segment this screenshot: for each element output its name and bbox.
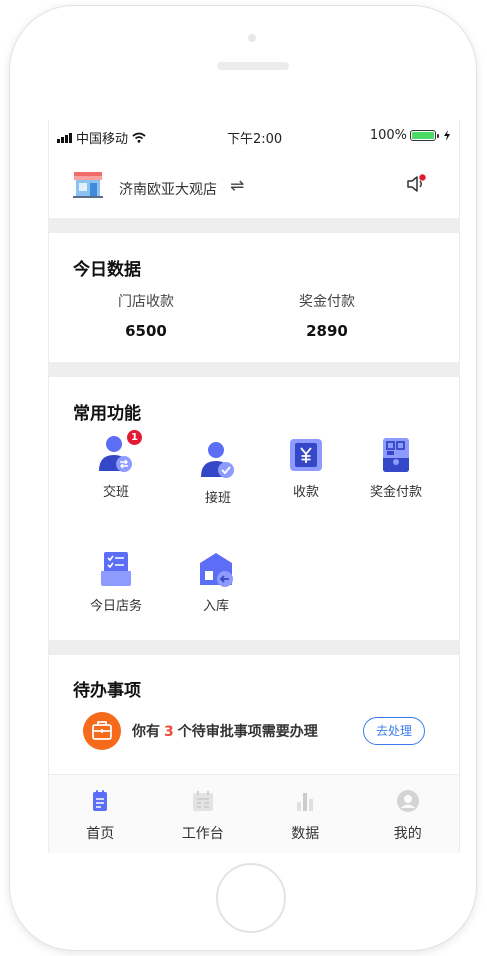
tab-home[interactable]: 首页 [49,775,152,853]
calendar-icon [192,791,213,811]
wifi-icon [132,132,146,143]
tab-data[interactable]: 数据 [254,775,357,853]
checklist-tray-icon [101,552,131,586]
todo-section: 待办事项 你有 3 个待审批事项需要办理 去处理 [49,655,459,772]
metric-store-receipts[interactable]: 门店收款 6500 [86,291,206,340]
feature-label: 今日店务 [89,599,142,614]
feature-label: 收款 [292,485,319,500]
metric-bonus-payment[interactable]: 奖金付款 2890 [267,291,387,340]
tab-label: 我的 [393,826,422,842]
today-data-section: 今日数据 门店收款 6500 奖金付款 2890 [49,233,459,362]
bar-chart-icon [297,793,314,811]
home-button[interactable] [216,863,286,933]
metric-label: 门店收款 [118,294,174,310]
tab-label: 数据 [291,826,320,842]
qr-wallet-icon [383,438,409,472]
front-camera [248,34,256,42]
process-button[interactable]: 去处理 [363,717,425,745]
phone-frame: 中国移动 下午2:00 100% 济南欧亚大观店 ⇌ 今日数据 门店收款 650… [10,6,476,950]
feature-label: 接班 [204,491,231,506]
takeover-user-icon [201,442,234,478]
status-bar: 中国移动 下午2:00 100% [49,120,459,152]
feature-label: 入库 [202,599,229,614]
tab-workbench[interactable]: 工作台 [152,775,255,853]
section-title-today: 今日数据 [73,260,141,280]
carrier-name: 中国移动 [76,132,129,147]
feature-label: 奖金付款 [369,485,422,500]
battery-icon [410,130,439,141]
feature-bonus-payment[interactable]: 奖金付款 [356,435,436,500]
yen-receipt-icon [290,439,322,471]
clock-time: 下午2:00 [227,132,283,147]
tab-mine[interactable]: 我的 [357,775,460,853]
switch-arrows-icon[interactable]: ⇌ [230,176,244,196]
feature-inbound-stock[interactable]: 入库 [176,549,256,614]
profile-icon [396,790,419,812]
feature-takeover[interactable]: 接班 [178,441,258,506]
briefcase-icon [92,721,112,740]
warehouse-inbound-icon [200,553,233,587]
signal-icon [57,132,72,143]
common-features-section: 常用功能 1 交班 接班 收款 奖金付款 今日店务 入库 [49,377,459,640]
tab-label: 首页 [86,826,115,842]
metric-label: 奖金付款 [299,294,355,310]
section-divider [49,218,459,233]
metric-value: 2890 [306,322,348,340]
notification-badge: 1 [127,430,142,445]
feature-label: 交班 [102,485,129,500]
charging-icon [444,130,450,141]
speaker-icon[interactable] [405,173,427,195]
todo-count: 3 [164,724,174,740]
todo-icon-circle [83,712,121,750]
store-name: 济南欧亚大观店 [119,182,217,198]
metric-value: 6500 [125,322,167,340]
feature-handover[interactable]: 1 交班 [76,430,156,500]
todo-text-prefix: 你有 [132,724,160,740]
bottom-tab-bar: 首页 工作台 数据 我的 [49,774,459,853]
tab-label: 工作台 [181,826,224,842]
home-doc-icon [93,790,108,811]
section-title-todo: 待办事项 [73,681,141,701]
app-screen: 中国移动 下午2:00 100% 济南欧亚大观店 ⇌ 今日数据 门店收款 650… [48,120,460,853]
todo-text-suffix: 个待审批事项需要办理 [177,724,318,740]
feature-daily-tasks[interactable]: 今日店务 [76,549,156,614]
shop-icon [73,172,103,198]
section-divider [49,640,459,655]
battery-percent: 100% [369,128,407,143]
earpiece-speaker [217,62,289,70]
feature-collect-payment[interactable]: 收款 [266,435,346,500]
section-title-features: 常用功能 [73,404,141,424]
section-divider [49,362,459,377]
store-header[interactable]: 济南欧亚大观店 ⇌ [49,152,459,218]
todo-message: 你有 3 个待审批事项需要办理 [132,721,318,741]
